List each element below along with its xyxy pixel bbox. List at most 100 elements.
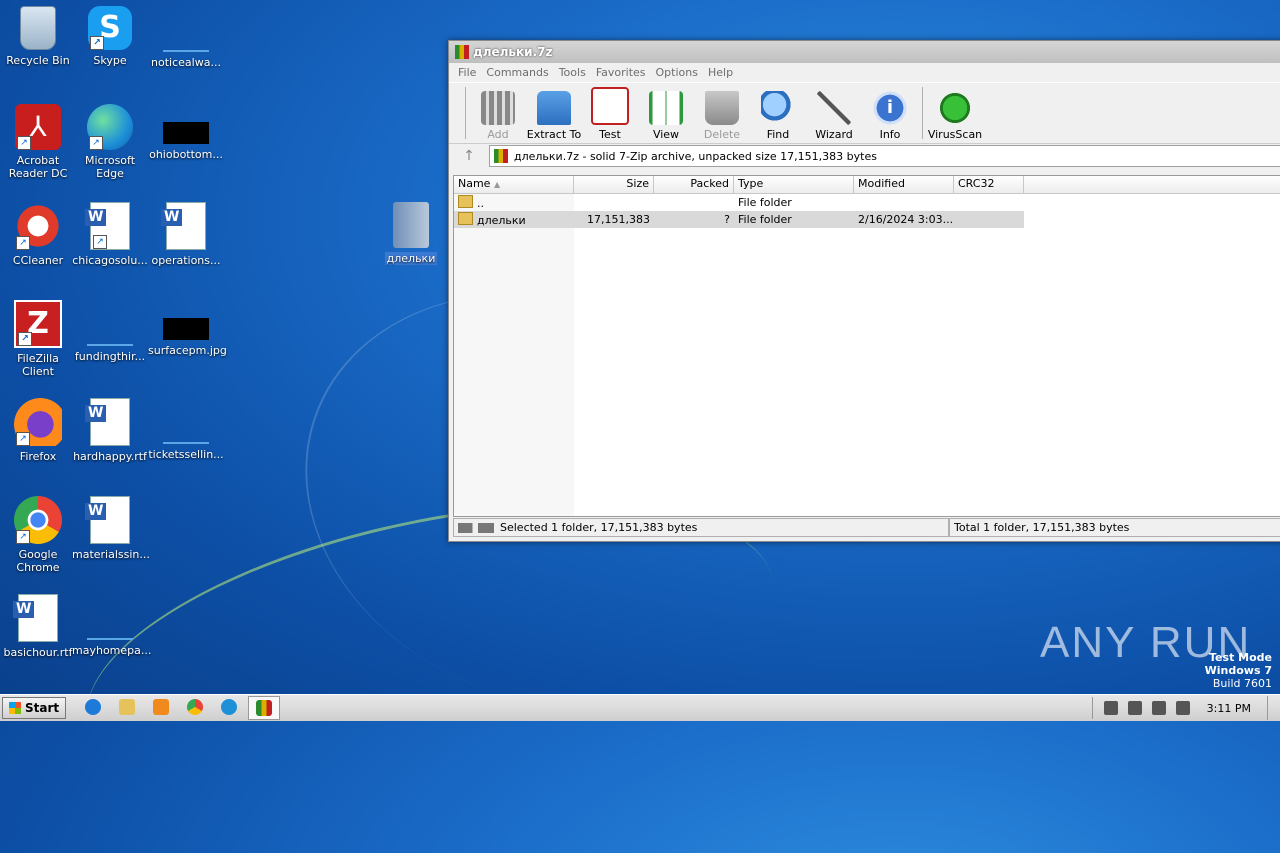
desktop-icon-firefox[interactable]: ↗ Firefox xyxy=(0,398,76,463)
chrome-icon xyxy=(187,699,204,715)
taskbar-ie[interactable] xyxy=(78,696,108,718)
taskbar: Start 3:11 PM xyxy=(0,694,1280,721)
toolbar-separator xyxy=(465,87,466,139)
clock[interactable]: 3:11 PM xyxy=(1207,702,1251,715)
ccleaner-icon: ↗ xyxy=(14,202,62,250)
internet-explorer-icon xyxy=(85,699,102,715)
7zip-icon xyxy=(494,149,508,163)
column-crc32[interactable]: CRC32 xyxy=(954,176,1024,193)
word-document-icon: W xyxy=(85,496,130,544)
folder-icon xyxy=(458,195,473,208)
extract-to-button[interactable]: Extract To xyxy=(526,91,582,143)
desktop-icon-ccleaner[interactable]: ↗ CCleaner xyxy=(0,202,76,267)
column-name[interactable]: Name ▲ xyxy=(454,176,574,193)
media-player-icon xyxy=(153,699,170,715)
system-tray: 3:11 PM xyxy=(1091,697,1267,719)
firefox-icon: ↗ xyxy=(14,398,62,446)
column-modified[interactable]: Modified xyxy=(854,176,954,193)
network-icon[interactable] xyxy=(1127,701,1142,715)
taskbar-chrome[interactable] xyxy=(180,696,210,718)
desktop-icon-mayhomepa[interactable]: mayhomepa... xyxy=(72,594,151,657)
file-list[interactable]: Name ▲ Size Packed Type Modified CRC32 .… xyxy=(453,175,1280,517)
desktop-icon-basichour[interactable]: W basichour.rtf xyxy=(0,594,76,659)
volume-icon[interactable] xyxy=(1103,701,1118,715)
archive-window: длельки.7z File Commands Tools Favorites… xyxy=(448,40,1280,542)
window-title: длельки.7z xyxy=(473,45,553,59)
address-field[interactable]: длельки.7z - solid 7-Zip archive, unpack… xyxy=(489,145,1280,167)
7zip-icon xyxy=(256,700,273,716)
delete-icon xyxy=(705,91,739,125)
desktop-icon-recycle-bin[interactable]: Recycle Bin xyxy=(0,6,76,67)
display-icon[interactable] xyxy=(1175,701,1190,715)
recycle-bin-icon xyxy=(20,6,56,50)
word-document-icon: W xyxy=(161,202,206,250)
desktop-icon-surfacepm[interactable]: surfacepm.jpg xyxy=(148,300,227,357)
test-button[interactable]: Test xyxy=(582,87,638,143)
taskbar-media-player[interactable] xyxy=(146,696,176,718)
image-file-icon xyxy=(163,122,209,144)
desktop-icon-chrome[interactable]: ↗ Google Chrome xyxy=(0,496,76,574)
status-total: Total 1 folder, 17,151,383 bytes xyxy=(949,518,1280,537)
file-icon xyxy=(163,28,209,52)
column-size[interactable]: Size xyxy=(574,176,654,193)
taskbar-edge[interactable] xyxy=(214,696,244,718)
menu-tools[interactable]: Tools xyxy=(554,66,591,79)
menu-help[interactable]: Help xyxy=(703,66,738,79)
desktop-icon-materialssin[interactable]: W materialssin... xyxy=(72,496,150,561)
view-button[interactable]: View xyxy=(638,91,694,143)
taskbar-7zip[interactable] xyxy=(248,696,281,720)
window-titlebar[interactable]: длельки.7z xyxy=(449,41,1280,63)
show-desktop-button[interactable] xyxy=(1267,696,1280,720)
edge-icon: ↗ xyxy=(87,104,133,150)
virusscan-icon xyxy=(938,91,972,125)
test-mode-watermark: Test Mode Windows 7 Build 7601 xyxy=(1204,651,1272,690)
info-button[interactable]: i Info xyxy=(862,91,918,143)
menu-options[interactable]: Options xyxy=(651,66,703,79)
desktop-icon-acrobat[interactable]: ⅄ ↗ Acrobat Reader DC xyxy=(0,104,76,180)
toolbar: Add Extract To Test View Delete Find Wiz… xyxy=(449,82,1280,143)
delete-button[interactable]: Delete xyxy=(694,91,750,143)
add-button[interactable]: Add xyxy=(470,91,526,143)
menu-favorites[interactable]: Favorites xyxy=(591,66,651,79)
find-button[interactable]: Find xyxy=(750,91,806,143)
start-button[interactable]: Start xyxy=(2,697,67,719)
file-icon xyxy=(87,616,133,640)
desktop-icon-chicagosolu[interactable]: W ↗ chicagosolu... xyxy=(72,202,148,267)
extract-icon xyxy=(537,91,571,125)
desktop-icon-fundingthir[interactable]: fundingthir... xyxy=(72,300,148,363)
taskbar-apps xyxy=(78,696,284,720)
file-icon xyxy=(163,420,209,444)
sort-ascending-icon: ▲ xyxy=(493,180,501,189)
menubar: File Commands Tools Favorites Options He… xyxy=(449,63,1280,82)
desktop-icon-operations[interactable]: W operations... xyxy=(148,202,224,267)
folder-icon xyxy=(119,699,136,715)
wizard-button[interactable]: Wizard xyxy=(806,91,862,143)
view-icon xyxy=(649,91,683,125)
column-packed[interactable]: Packed xyxy=(654,176,734,193)
taskbar-explorer[interactable] xyxy=(112,696,142,718)
desktop-icon-archive-folder[interactable]: длельки xyxy=(373,202,449,265)
virusscan-button[interactable]: VirusScan xyxy=(927,91,983,143)
desktop-icon-hardhappy[interactable]: W hardhappy.rtf xyxy=(72,398,148,463)
up-arrow-icon[interactable]: ↑ xyxy=(449,148,489,164)
list-item-parent[interactable]: .. File folder xyxy=(454,194,1280,211)
word-document-icon: W ↗ xyxy=(85,202,130,250)
list-item-selected-folder[interactable]: длельки 17,151,383 ? File folder 2/16/20… xyxy=(454,211,1024,228)
menu-commands[interactable]: Commands xyxy=(481,66,553,79)
action-center-flag-icon[interactable] xyxy=(1151,701,1166,715)
file-icon xyxy=(87,322,133,346)
desktop-icon-edge[interactable]: ↗ Microsoft Edge xyxy=(72,104,148,180)
desktop-icon-ticketssellin[interactable]: ticketssellin... xyxy=(148,398,224,461)
address-bar: ↑ длельки.7z - solid 7-Zip archive, unpa… xyxy=(449,143,1280,168)
acrobat-icon: ⅄ ↗ xyxy=(15,104,61,150)
filezilla-icon: Z ↗ xyxy=(14,300,62,348)
desktop-icon-skype[interactable]: S ↗ Skype xyxy=(72,6,148,67)
windows-logo-icon xyxy=(9,702,21,714)
column-type[interactable]: Type xyxy=(734,176,854,193)
desktop-icon-filezilla[interactable]: Z ↗ FileZilla Client xyxy=(0,300,76,378)
name-column-shade xyxy=(454,194,574,516)
desktop-icon-noticealwa[interactable]: noticealwa... xyxy=(148,6,224,69)
desktop-icon-ohiobottom[interactable]: ohiobottom... xyxy=(148,104,224,161)
info-icon: i xyxy=(873,91,907,125)
menu-file[interactable]: File xyxy=(453,66,481,79)
